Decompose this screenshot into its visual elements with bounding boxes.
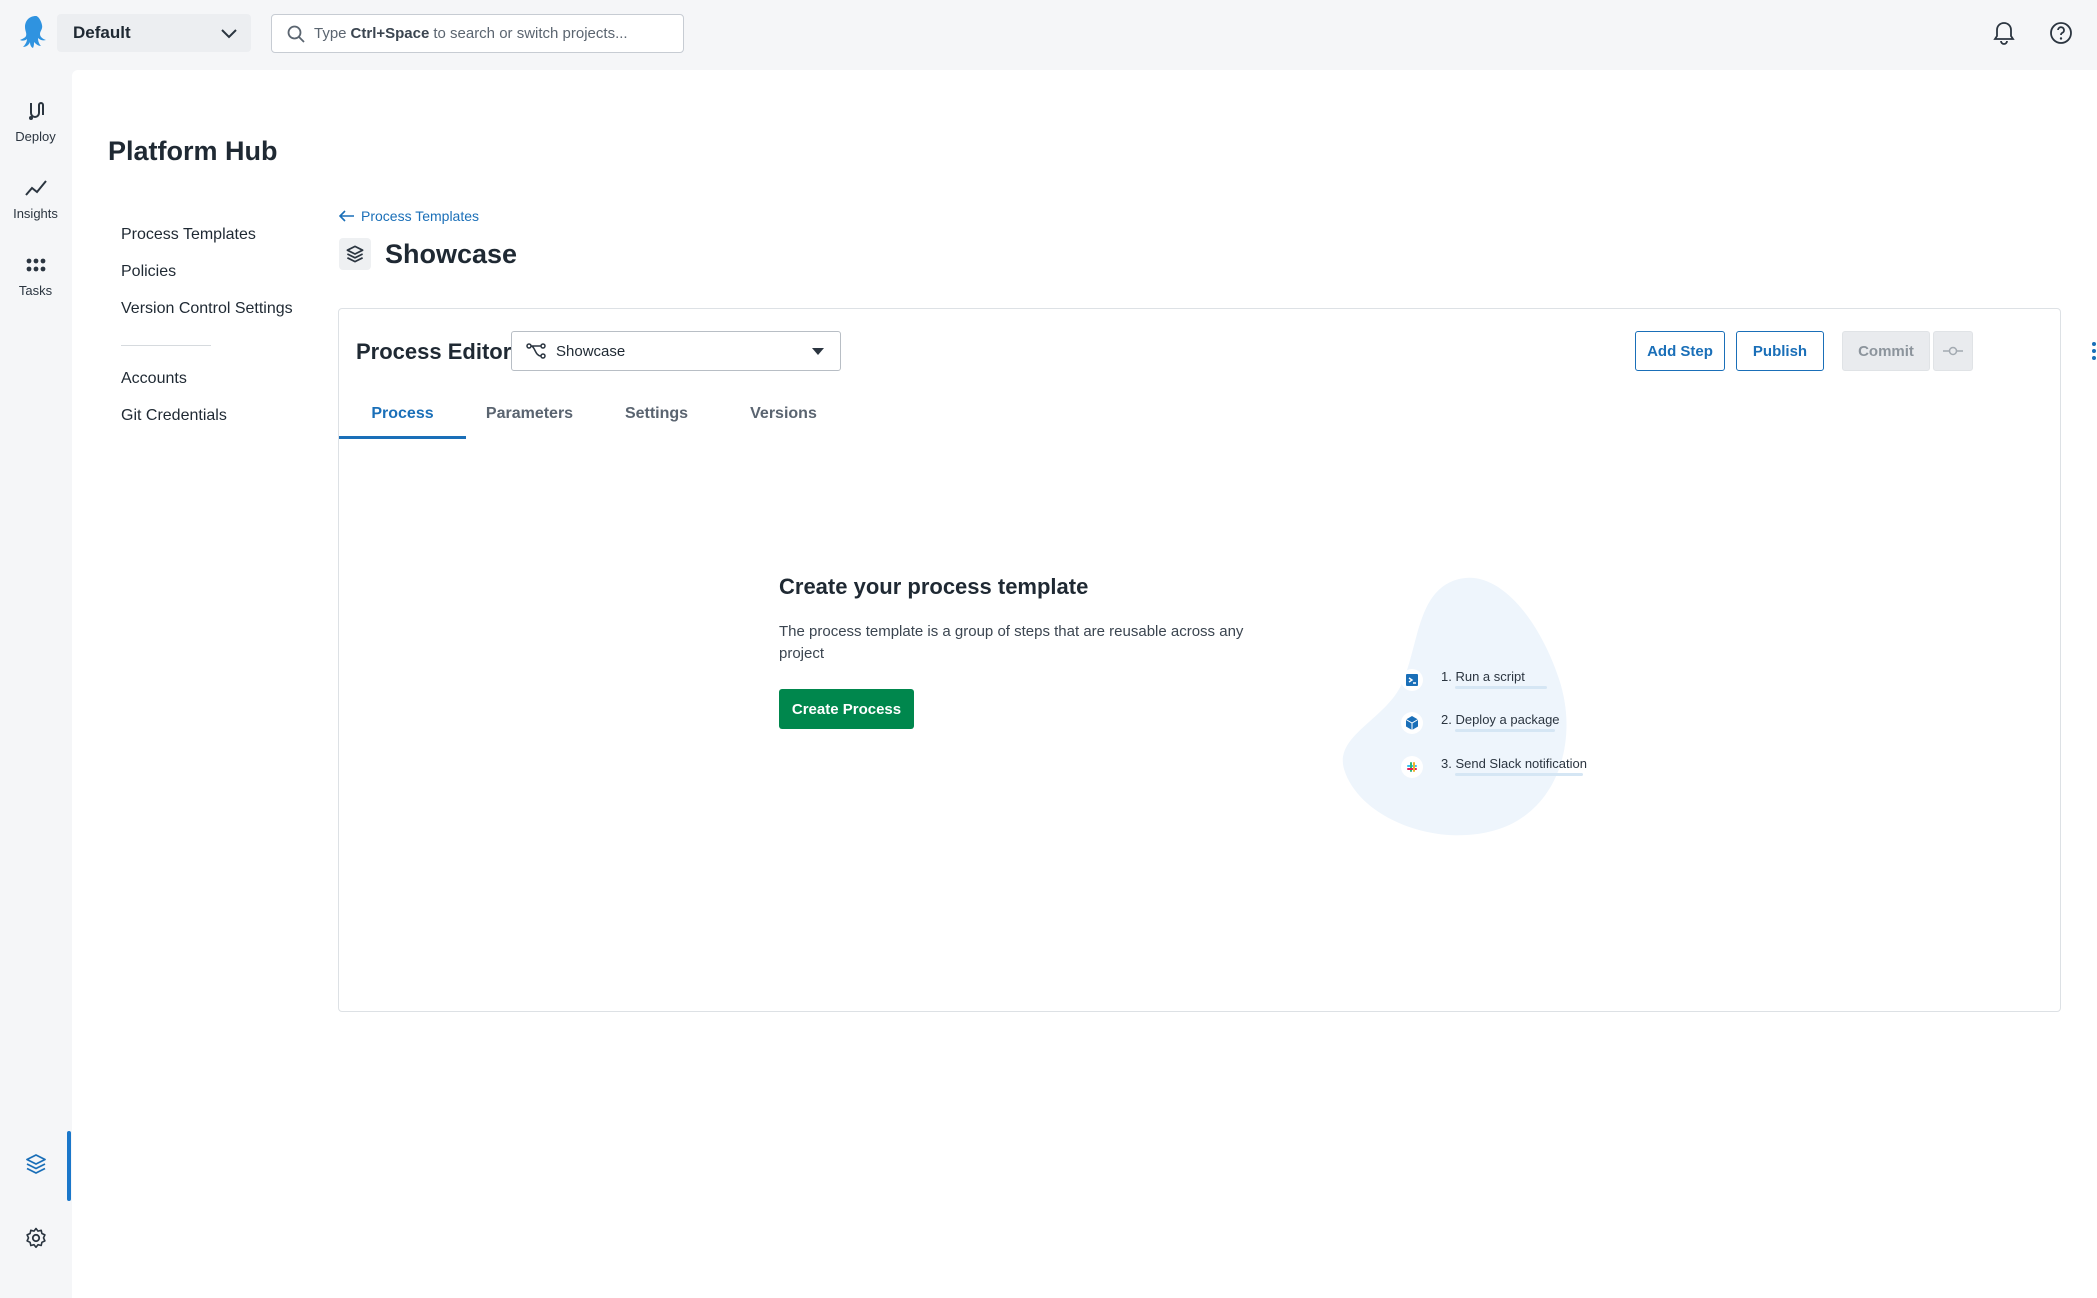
subnav-item-accounts[interactable]: Accounts <box>121 360 311 397</box>
search-placeholder-suffix: to search or switch projects... <box>433 25 628 42</box>
rail-item-settings[interactable] <box>0 1226 71 1250</box>
process-template-icon <box>339 238 371 270</box>
page-title: Platform Hub <box>108 136 278 166</box>
illustration-step-2: 2. Deploy a package <box>1397 712 1560 732</box>
tasks-icon <box>26 258 45 272</box>
space-name: Default <box>73 23 131 42</box>
add-step-button[interactable]: Add Step <box>1635 331 1725 371</box>
rail-item-platform-hub[interactable] <box>0 1151 71 1177</box>
project-title: Showcase <box>385 238 518 269</box>
space-selector[interactable]: Default <box>57 14 251 52</box>
illustration-step-label: 3. Send Slack notification <box>1441 756 1587 771</box>
process-editor-card: Process Editor Showcase Add Step Publish… <box>338 308 2096 1012</box>
more-options-icon[interactable] <box>2082 339 2097 363</box>
git-commit-icon <box>1943 346 1963 356</box>
subnav-item-version-control-settings[interactable]: Version Control Settings <box>121 290 311 327</box>
empty-state-description: The process template is a group of steps… <box>779 623 1244 662</box>
tab-settings[interactable]: Settings <box>593 389 720 439</box>
rail-item-tasks[interactable]: Tasks <box>0 253 71 298</box>
top-bar: Default Type Ctrl+Space to search or swi… <box>0 0 2097 69</box>
tab-process[interactable]: Process <box>339 389 466 439</box>
commit-button[interactable]: Commit <box>1842 331 1930 371</box>
search-icon <box>287 25 305 43</box>
project-header: Showcase <box>339 238 517 270</box>
search-input[interactable]: Type Ctrl+Space to search or switch proj… <box>271 14 684 53</box>
subnav-divider <box>121 345 211 346</box>
subnav-item-process-templates[interactable]: Process Templates <box>121 216 311 253</box>
process-illustration: 1. Run a script 2. Deploy a package 3. S… <box>1339 569 1587 859</box>
editor-tabs: Process Parameters Settings Versions <box>339 389 847 439</box>
commit-options-button[interactable] <box>1933 331 1973 371</box>
chevron-down-icon <box>221 29 237 39</box>
publish-button[interactable]: Publish <box>1736 331 1824 371</box>
rail-item-label: Tasks <box>18 283 53 298</box>
main-panel: Platform Hub Process Templates Policies … <box>72 70 2097 1298</box>
rail-item-deploy[interactable]: Deploy <box>0 99 71 144</box>
rail-item-insights[interactable]: Insights <box>0 176 71 221</box>
illustration-step-1: 1. Run a script <box>1397 669 1547 689</box>
create-process-button[interactable]: Create Process <box>779 689 914 729</box>
subnav-item-git-credentials[interactable]: Git Credentials <box>121 397 311 434</box>
left-rail: Deploy Insights Tasks <box>0 69 71 1298</box>
illustration-step-label: 1. Run a script <box>1441 669 1525 684</box>
process-select[interactable]: Showcase <box>511 331 841 371</box>
bell-icon[interactable] <box>1990 19 2018 47</box>
tab-versions[interactable]: Versions <box>720 389 847 439</box>
process-editor-title: Process Editor <box>356 339 512 364</box>
arrow-left-icon <box>339 210 354 222</box>
octopus-logo-icon[interactable] <box>18 13 54 51</box>
illustration-step-3: 3. Send Slack notification <box>1397 756 1587 776</box>
process-select-value: Showcase <box>556 342 626 360</box>
platform-hub-nav: Process Templates Policies Version Contr… <box>121 216 311 434</box>
platform-hub-icon <box>25 1154 46 1174</box>
rail-item-label: Deploy <box>15 129 56 144</box>
subnav-item-policies[interactable]: Policies <box>121 253 311 290</box>
illustration-step-label: 2. Deploy a package <box>1441 712 1560 727</box>
breadcrumb-label: Process Templates <box>361 208 480 224</box>
deploy-icon <box>28 102 44 120</box>
branch-icon <box>526 343 546 359</box>
rail-item-label: Insights <box>13 206 58 221</box>
insights-icon <box>24 180 47 196</box>
settings-icon <box>25 1227 46 1249</box>
caret-down-icon <box>812 348 824 355</box>
search-shortcut: Ctrl+Space <box>350 25 430 42</box>
help-icon[interactable] <box>2047 19 2075 47</box>
empty-state-title: Create your process template <box>779 574 1089 599</box>
tab-parameters[interactable]: Parameters <box>466 389 593 439</box>
search-placeholder-prefix: Type <box>314 25 347 42</box>
breadcrumb[interactable]: Process Templates <box>339 208 479 224</box>
